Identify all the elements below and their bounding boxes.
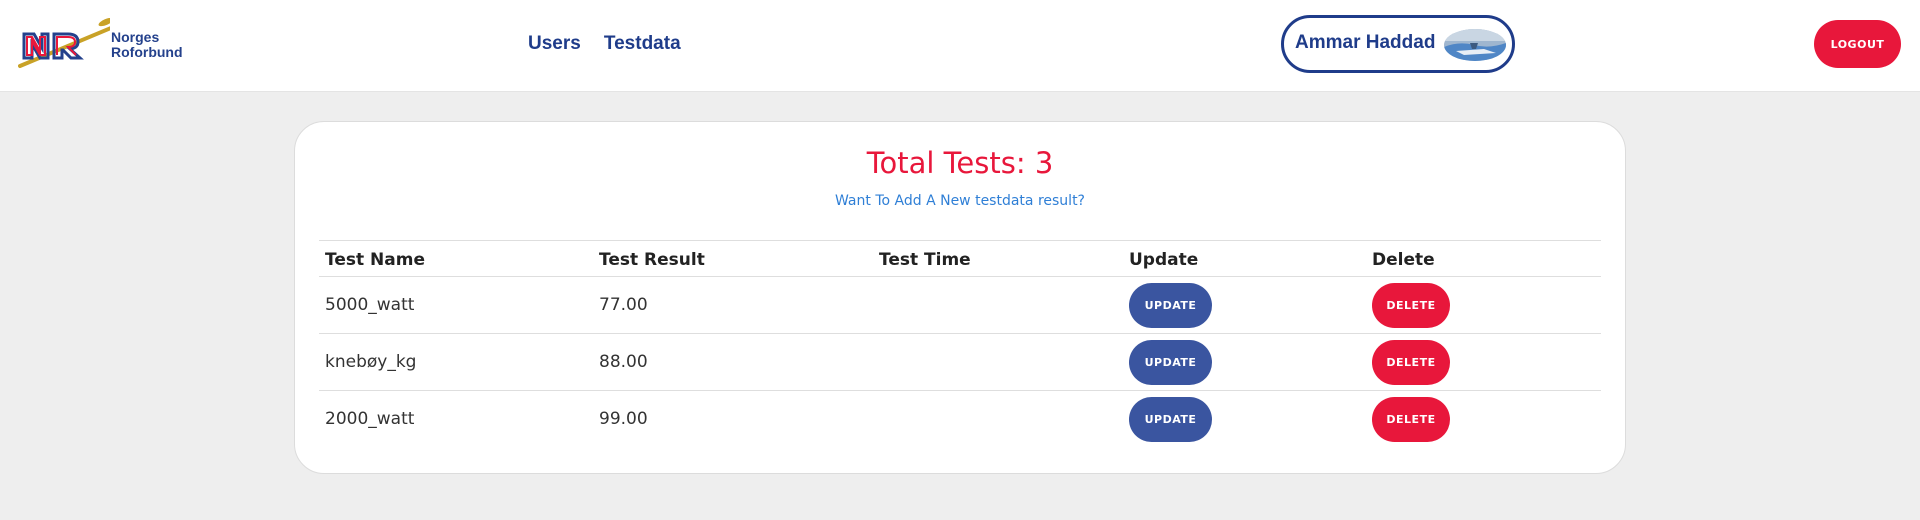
oar-logo-icon (18, 18, 110, 68)
table-row: 5000_watt 77.00 UPDATE DELETE (319, 277, 1601, 334)
brand-logo[interactable]: Norges Roforbund (18, 18, 203, 70)
brand-line-1: Norges (111, 29, 160, 45)
user-name: Ammar Haddad (1295, 32, 1436, 53)
header-test-name: Test Name (325, 250, 425, 270)
cell-test-name: 2000_watt (325, 409, 415, 429)
cell-test-name: 5000_watt (325, 295, 415, 315)
delete-button[interactable]: DELETE (1372, 397, 1450, 442)
header-delete: Delete (1372, 250, 1435, 270)
user-profile-pill[interactable]: Ammar Haddad (1281, 15, 1515, 73)
header-update: Update (1129, 250, 1199, 270)
cell-test-result: 77.00 (599, 295, 648, 315)
delete-button[interactable]: DELETE (1372, 340, 1450, 385)
avatar (1444, 29, 1506, 61)
table-row: 2000_watt 99.00 UPDATE DELETE (319, 391, 1601, 448)
table-header: Test Name Test Result Test Time Update D… (319, 240, 1601, 277)
header-test-time: Test Time (879, 250, 971, 270)
brand-line-2: Roforbund (111, 44, 183, 60)
header-test-result: Test Result (599, 250, 705, 270)
top-navbar: Norges Roforbund Users Testdata Ammar Ha… (0, 0, 1920, 92)
table-row: knebøy_kg 88.00 UPDATE DELETE (319, 334, 1601, 391)
nav-link-users[interactable]: Users (528, 33, 581, 55)
delete-button[interactable]: DELETE (1372, 283, 1450, 328)
brand-text: Norges Roforbund (111, 30, 183, 60)
cell-test-result: 88.00 (599, 352, 648, 372)
update-button[interactable]: UPDATE (1129, 340, 1212, 385)
testdata-table: Test Name Test Result Test Time Update D… (319, 240, 1601, 448)
logout-button[interactable]: LOGOUT (1814, 20, 1901, 68)
cell-test-name: knebøy_kg (325, 352, 417, 372)
update-button[interactable]: UPDATE (1129, 397, 1212, 442)
page-title: Total Tests: 3 (866, 146, 1054, 180)
update-button[interactable]: UPDATE (1129, 283, 1212, 328)
nav-link-testdata[interactable]: Testdata (604, 33, 681, 55)
add-testdata-link[interactable]: Want To Add A New testdata result? (295, 193, 1625, 209)
nav-links: Users Testdata (528, 33, 699, 55)
testdata-card: Total Tests: 3 Want To Add A New testdat… (294, 121, 1626, 474)
cell-test-result: 99.00 (599, 409, 648, 429)
